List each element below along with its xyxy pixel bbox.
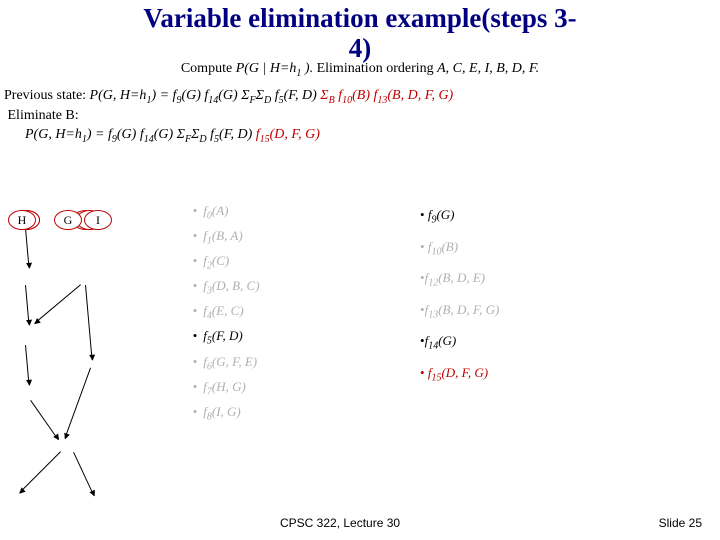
footer-slide-number: Slide 25	[659, 516, 702, 530]
node-I: I	[84, 210, 112, 230]
slide-title: Variable elimination example(steps 3-4)	[0, 0, 720, 63]
edge-G-I	[73, 452, 94, 496]
left-factor-list: • f0(A) • f1(B, A) • f2(C) • f3(D, B, C)…	[190, 200, 260, 426]
edge-D-F	[25, 345, 29, 385]
edge-A-B	[25, 228, 29, 268]
edge-G-H	[19, 451, 61, 493]
node-G: G	[54, 210, 82, 230]
node-H: H	[8, 210, 36, 230]
bayes-net-graph: A B C D E F G H I	[6, 210, 176, 510]
edge-B-D	[25, 285, 29, 325]
edge-F-G	[30, 400, 58, 440]
previous-state-block: Previous state: P(G, H=h1) = f9(G) f14(G…	[0, 79, 720, 146]
slide-subtitle: Compute P(G | H=h1 ). Elimination orderi…	[0, 61, 720, 79]
edge-C-D	[34, 284, 81, 323]
prev-expr: P(G, H=h1) = f9(G) f14(G) ΣFΣD f5(F, D) …	[90, 88, 454, 103]
footer-course: CPSC 322, Lecture 30	[280, 516, 400, 530]
elim-expr: P(G, H=h1) = f9(G) f14(G) ΣFΣD f5(F, D) …	[25, 127, 320, 142]
edge-E-G	[64, 368, 91, 439]
right-factor-list: • f9(G) • f10(B) •f12(B, D, E) •f13(B, D…	[420, 200, 499, 390]
prev-label: Previous state:	[4, 88, 90, 103]
elim-label: Eliminate B:	[8, 108, 79, 123]
edge-C-E	[85, 285, 93, 360]
